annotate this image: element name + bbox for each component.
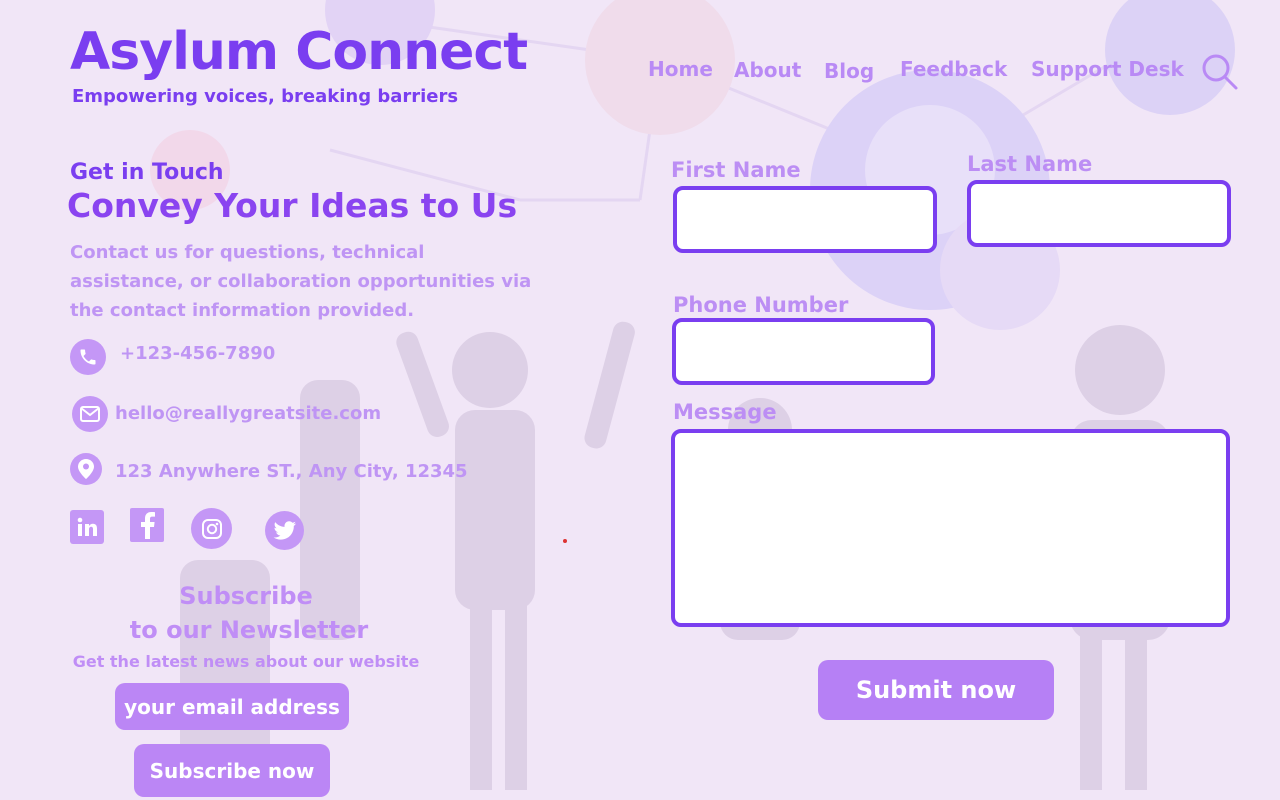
first-name-field[interactable] xyxy=(673,186,937,253)
message-label: Message xyxy=(673,400,777,424)
nav-support-desk[interactable]: Support Desk xyxy=(1031,57,1184,81)
last-name-label: Last Name xyxy=(967,152,1093,176)
subscribe-button[interactable]: Subscribe now xyxy=(134,744,330,797)
message-field[interactable] xyxy=(671,429,1230,627)
last-name-field[interactable] xyxy=(967,180,1231,247)
twitter-icon[interactable] xyxy=(265,511,304,550)
message-textarea[interactable] xyxy=(675,433,1226,623)
instagram-icon[interactable] xyxy=(191,508,232,549)
nav-feedback[interactable]: Feedback xyxy=(900,57,1007,81)
nav-blog[interactable]: Blog xyxy=(824,59,874,83)
first-name-input[interactable] xyxy=(677,190,933,249)
contact-address: 123 Anywhere ST., Any City, 12345 xyxy=(115,461,468,482)
newsletter-heading-line1: Subscribe xyxy=(179,582,313,610)
newsletter-subtext: Get the latest news about our website xyxy=(72,652,420,671)
nav-home[interactable]: Home xyxy=(648,57,713,81)
location-pin-icon xyxy=(70,453,102,485)
contact-kicker: Get in Touch xyxy=(70,160,224,185)
submit-button[interactable]: Submit now xyxy=(818,660,1054,720)
linkedin-icon[interactable] xyxy=(70,510,104,544)
first-name-label: First Name xyxy=(671,158,801,182)
phone-number-field[interactable] xyxy=(672,318,935,385)
site-title: Asylum Connect xyxy=(70,22,528,82)
contact-heading: Convey Your Ideas to Us xyxy=(67,186,518,225)
nav-about[interactable]: About xyxy=(734,58,801,82)
newsletter-heading-line2: to our Newsletter xyxy=(129,616,369,644)
contact-description: Contact us for questions, technical assi… xyxy=(70,242,532,321)
site-tagline: Empowering voices, breaking barriers xyxy=(72,86,459,107)
search-icon[interactable] xyxy=(1200,52,1240,92)
contact-phone[interactable]: +123-456-7890 xyxy=(120,343,275,364)
background-illustration xyxy=(150,0,1235,790)
newsletter-email-input[interactable]: your email address xyxy=(115,683,349,730)
last-name-input[interactable] xyxy=(971,184,1227,243)
email-icon xyxy=(72,396,108,432)
phone-icon xyxy=(70,339,106,375)
phone-number-input[interactable] xyxy=(676,322,931,381)
phone-number-label: Phone Number xyxy=(673,293,849,317)
facebook-icon[interactable] xyxy=(130,508,164,542)
contact-email[interactable]: hello@reallygreatsite.com xyxy=(115,403,381,424)
